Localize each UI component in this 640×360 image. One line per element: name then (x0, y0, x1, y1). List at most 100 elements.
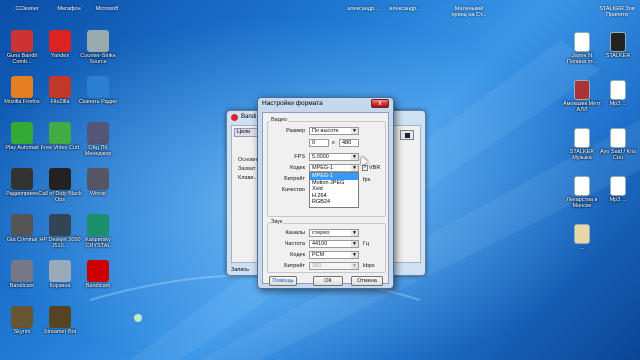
quality-label: Качество (281, 187, 305, 193)
help-button[interactable]: Помощь (269, 276, 297, 286)
fps-label: FPS (294, 154, 305, 160)
app-icon (49, 76, 71, 98)
desktop-icon[interactable]: STALKER (598, 32, 638, 59)
desktop-icon-label: STALKER (605, 53, 631, 59)
file-icon (610, 176, 626, 196)
desktop-icon[interactable]: Mp3 ... (598, 80, 638, 107)
dialog-client: Видео Размер По высоте ▼ 0 x 480 FPS 5.0… (262, 112, 389, 286)
desktop-icon-label: Winrar (89, 191, 107, 197)
codec-dropdown-list[interactable]: MPEG-1 Motion JPEG Xvid H.264 RGB24 (309, 172, 359, 208)
app-icon (87, 260, 109, 282)
chevron-down-icon: ▼ (351, 128, 358, 134)
audio-codec-select[interactable]: PCM ▼ (309, 251, 359, 259)
desktop-icon[interactable]: Bandicam (76, 260, 120, 289)
app-icon (11, 76, 33, 98)
channels-select[interactable]: стерео ▼ (309, 229, 359, 237)
stop-icon[interactable] (400, 130, 414, 140)
codec-option[interactable]: RGB24 (310, 199, 358, 206)
audio-bitrate-select[interactable]: 160 ▼ (309, 262, 359, 270)
desktop-top-label[interactable]: Маленький принц на Ст... (448, 6, 490, 18)
desktop-icon[interactable]: STALKER Музыка (562, 128, 602, 161)
desktop-icon[interactable]: ... (562, 224, 602, 251)
desktop-icon[interactable]: Mp3 ... (598, 176, 638, 203)
app-icon (87, 122, 109, 144)
app-icon (87, 168, 109, 190)
app-icon (49, 168, 71, 190)
fps-value: 5.0000 (312, 154, 329, 160)
hz-unit: Гц (363, 241, 370, 247)
rate-value: 44100 (312, 241, 328, 247)
fps-select[interactable]: 5.0000 ▼ (309, 153, 359, 161)
chevron-down-icon: ▼ (351, 252, 358, 258)
cancel-button[interactable]: Отмена (351, 276, 383, 286)
desktop-top-label[interactable]: STALKER Зов Припяти (596, 6, 638, 18)
desktop-icon[interactable]: Лекарства в Минске (562, 176, 602, 209)
fps-unit: fps (363, 177, 371, 183)
chevron-down-icon: ▼ (351, 263, 358, 269)
desktop-icon-label: Kaspersky CRYSTAL (85, 237, 111, 249)
bandicam-footer: Запись (231, 267, 250, 273)
desktop-icon-label: STALKER Музыка (569, 149, 595, 161)
vbr-label: VBR (369, 165, 381, 171)
desktop-icon[interactable]: Ayo Said / Kris Cou (598, 128, 638, 161)
format-settings-dialog[interactable]: Настройки формата x Видео Размер По высо… (257, 97, 394, 289)
audio-bitrate-label: Битрейт (284, 263, 305, 269)
size-label: Размер (286, 128, 305, 134)
desktop-icon[interactable]: Kaspersky CRYSTAL (76, 214, 120, 249)
desktop-icon-label: Jamie N Полина пт... (566, 53, 598, 65)
desktop-icon[interactable]: Counter-Strike Source (76, 30, 120, 65)
app-icon (49, 214, 71, 236)
desktop-top-label[interactable]: александр... (342, 6, 384, 12)
file-icon (574, 128, 590, 148)
codec-label: Кодек (290, 165, 305, 171)
record-icon (231, 114, 238, 121)
desktop-icon-label: Ayo Said / Kris Cou (600, 149, 636, 161)
dialog-title: Настройки формата (262, 100, 323, 107)
desktop-icon[interactable]: Ойд ПК Менеджер (76, 122, 120, 157)
close-button[interactable]: x (371, 99, 389, 108)
vbr-checkbox[interactable]: ✓ (362, 165, 368, 171)
file-icon (610, 32, 626, 52)
desktop-icon-label: Mp3 ... (609, 101, 627, 107)
app-icon (49, 306, 71, 328)
rate-select[interactable]: 44100 ▼ (309, 240, 359, 248)
file-icon (610, 128, 626, 148)
video-group-label: Видео (270, 117, 289, 123)
width-input[interactable]: 0 (309, 139, 329, 147)
codec-value: MPEG-1 (312, 165, 334, 171)
app-icon (11, 260, 33, 282)
chevron-down-icon: ▼ (351, 165, 358, 171)
size-select[interactable]: По высоте ▼ (309, 127, 359, 135)
desktop-icon-label: Streamer Bot (43, 329, 77, 335)
app-icon (87, 76, 109, 98)
desktop-top-label[interactable]: Microsoft (86, 6, 128, 12)
ok-button[interactable]: ОК (313, 276, 343, 286)
audio-group-label: Звук (270, 219, 284, 225)
desktop-icon-label: Ойд ПК Менеджер (84, 145, 112, 157)
app-icon (11, 306, 33, 328)
desktop-icon-label: Амоказик Метт АЛЛ (562, 101, 602, 113)
codec-select[interactable]: MPEG-1 ▼ (309, 164, 359, 172)
chevron-down-icon: ▼ (351, 230, 358, 236)
desktop-icon[interactable]: Скачать Радио (76, 76, 120, 105)
desktop-icon-label: Лекарства в Минске (566, 197, 598, 209)
app-icon (49, 30, 71, 52)
desktop-icon[interactable]: Winrar (76, 168, 120, 197)
app-icon (11, 122, 33, 144)
kbps-unit: kbps (363, 263, 375, 269)
desktop-top-label[interactable]: Мегафон (48, 6, 90, 12)
app-icon (11, 30, 33, 52)
desktop-icon-label: Mp3 ... (609, 197, 627, 203)
file-icon (574, 176, 590, 196)
app-icon (11, 214, 33, 236)
desktop-icon[interactable]: Амоказик Метт АЛЛ (562, 80, 602, 113)
app-icon (87, 30, 109, 52)
desktop-icon[interactable]: Jamie N Полина пт... (562, 32, 602, 65)
desktop-top-label[interactable]: александр... (384, 6, 426, 12)
desktop-icon[interactable]: Streamer Bot (38, 306, 82, 335)
channels-label: Каналы (285, 230, 305, 236)
audio-bitrate-value: 160 (312, 263, 322, 269)
desktop-top-label[interactable]: CCleaner (6, 6, 48, 12)
desktop-icon-label: ... (579, 245, 585, 251)
height-input[interactable]: 480 (339, 139, 359, 147)
